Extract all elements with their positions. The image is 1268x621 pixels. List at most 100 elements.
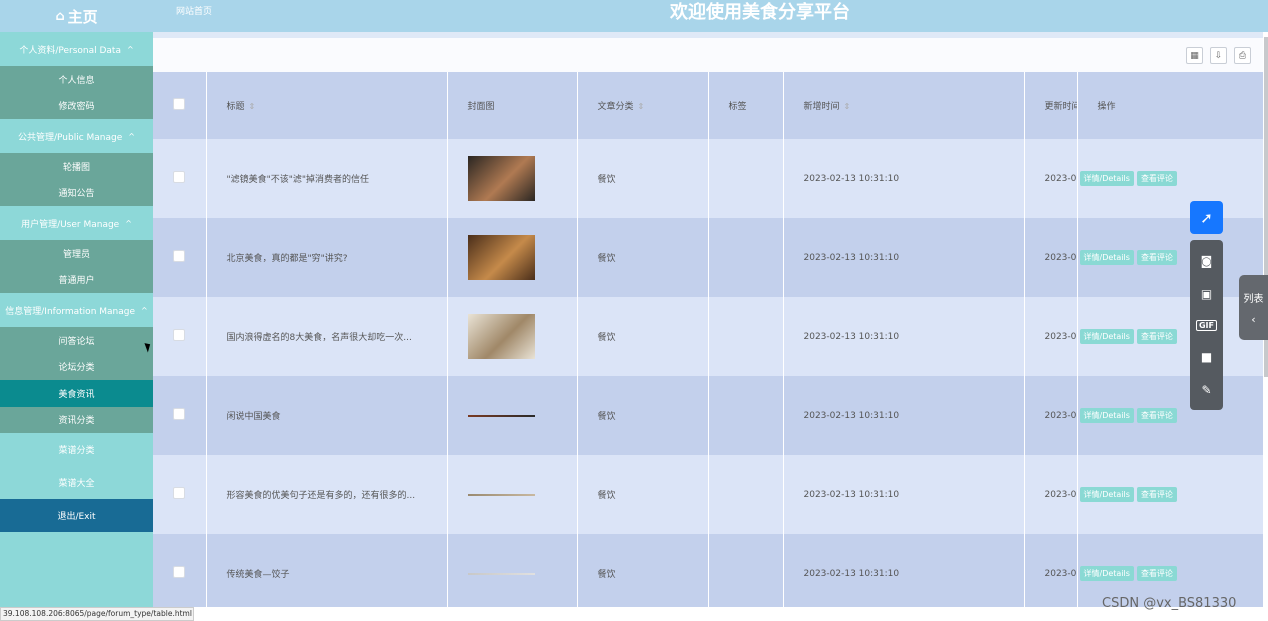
share-icon[interactable]: ➚ [1190,201,1223,234]
print-icon[interactable]: ⎙ [1234,47,1251,64]
bottom-strip [194,616,1268,621]
details-button[interactable]: 详情/Details [1079,408,1134,423]
cover-image [467,493,535,496]
chevron-up-icon: ^ [125,218,132,228]
gif-icon[interactable]: GIF [1195,319,1217,331]
details-button[interactable]: 详情/Details [1079,329,1134,344]
cell-tag [708,455,784,534]
details-button[interactable]: 详情/Details [1079,250,1134,265]
view-comments-button[interactable]: 查看评论 [1136,250,1177,265]
camera-icon[interactable]: ◙ [1201,254,1213,268]
table-row: 闲说中国美食 餐饮 2023-02-13 10:31:10 2023-02 详情… [153,376,1263,455]
cell-title: 形容美食的优美句子还是有多的，还有很多的... [206,455,448,534]
cell-category: 餐饮 [577,534,709,607]
exit-button[interactable]: 退出/Exit [0,499,153,532]
home-icon: ⌂ [55,8,65,24]
view-comments-button[interactable]: 查看评论 [1136,329,1177,344]
data-table: 标题 ⇕ 封面图 文章分类 ⇕ 标签 新增时间 ⇕ 更新时间 操作 "滤镜美食"不该"… [153,72,1263,607]
sidebar-item-notice[interactable]: 通知公告 [0,179,153,206]
cell-created: 2023-02-13 10:31:10 [783,139,1025,218]
sidebar-item-normal-user[interactable]: 普通用户 [0,266,153,293]
cell-tag [708,139,784,218]
column-label: 文章分类 [597,102,634,112]
sidebar-group-personal[interactable]: 个人资料/Personal Data ^ [0,32,153,66]
column-label: 新增时间 [803,102,840,112]
cell-actions: 详情/Details 查看评论 [1077,376,1263,455]
sidebar-item-forum-category[interactable]: 论坛分类 [0,353,153,380]
cell-tag [708,218,784,297]
grid-view-icon[interactable]: ▦ [1186,47,1203,64]
column-header-category[interactable]: 文章分类 ⇕ [577,72,709,139]
video-icon[interactable]: ■ [1201,350,1212,364]
column-label: 标题 [226,102,245,112]
sidebar-group-user[interactable]: 用户管理/User Manage ^ [0,206,153,240]
cell-tag [708,534,784,607]
details-button[interactable]: 详情/Details [1079,487,1134,502]
cell-title: 国内浪得虚名的8大美食，名声很大却吃一次... [206,297,448,376]
sidebar-item-recipes[interactable]: 菜谱大全 [0,466,153,499]
pen-icon[interactable]: ✎ [1201,383,1211,397]
view-comments-button[interactable]: 查看评论 [1136,566,1177,581]
watermark: CSDN @vx_BS81330 [1102,596,1237,611]
row-checkbox[interactable] [173,171,185,183]
cell-created: 2023-02-13 10:31:10 [783,534,1025,607]
sidebar-item-news-category[interactable]: 资讯分类 [0,406,153,433]
view-comments-button[interactable]: 查看评论 [1136,487,1177,502]
sidebar: 个人资料/Personal Data ^ 个人信息 修改密码 公共管理/Publi… [0,32,153,607]
export-icon[interactable]: ⇩ [1210,47,1227,64]
sidebar-item-forum[interactable]: 问答论坛 [0,327,153,354]
cell-actions: 详情/Details 查看评论 [1077,297,1263,376]
details-button[interactable]: 详情/Details [1079,171,1134,186]
cell-title: "滤镜美食"不该"滤"掉消费者的信任 [206,139,448,218]
cell-tag [708,376,784,455]
column-header-cover: 封面图 [447,72,578,139]
sidebar-group-information[interactable]: 信息管理/Information Manage ^ [0,293,153,327]
cell-updated: 2023-02 [1024,534,1078,607]
column-header-created[interactable]: 新增时间 ⇕ [783,72,1025,139]
cell-created: 2023-02-13 10:31:10 [783,297,1025,376]
sidebar-item-admin[interactable]: 管理员 [0,240,153,267]
sort-icon: ⇕ [843,102,851,111]
image-icon[interactable]: ▣ [1201,287,1212,301]
site-home-link[interactable]: 网站首页 [176,0,212,32]
sidebar-item-personal-info[interactable]: 个人信息 [0,66,153,93]
cell-updated: 2023-02 [1024,297,1078,376]
sidebar-group-label: 信息管理/Information Manage [5,306,136,317]
sidebar-group-public[interactable]: 公共管理/Public Manage ^ [0,119,153,153]
details-button[interactable]: 详情/Details [1079,566,1134,581]
home-link[interactable]: ⌂ 主页 [0,0,153,32]
cell-tag [708,297,784,376]
side-list-tab[interactable]: 列表 ‹ [1239,275,1268,340]
table-row: 形容美食的优美句子还是有多的，还有很多的... 餐饮 2023-02-13 10… [153,455,1263,534]
table-row: 北京美食，真的都是"穷"讲究? 餐饮 2023-02-13 10:31:10 2… [153,218,1263,297]
cell-updated: 2023-02 [1024,455,1078,534]
main-content: ▦ ⇩ ⎙ 标题 ⇕ 封面图 文章分类 ⇕ 标签 新增时间 ⇕ 更新时间 操作 "滤镜… [153,32,1263,607]
row-checkbox[interactable] [173,250,185,262]
cell-title: 闲说中国美食 [206,376,448,455]
sidebar-item-recipe-category[interactable]: 菜谱分类 [0,433,153,466]
sidebar-item-change-password[interactable]: 修改密码 [0,92,153,119]
sidebar-group-label: 公共管理/Public Manage [18,132,123,143]
home-label: 主页 [67,7,98,26]
column-header-updated[interactable]: 更新时间 [1024,72,1078,139]
chevron-up-icon: ^ [141,305,148,315]
view-comments-button[interactable]: 查看评论 [1136,408,1177,423]
sidebar-item-carousel[interactable]: 轮播图 [0,153,153,180]
cell-updated: 2023-02 [1024,376,1078,455]
table-row: 传统美食—饺子 餐饮 2023-02-13 10:31:10 2023-02 详… [153,534,1263,607]
row-checkbox[interactable] [173,487,185,499]
view-comments-button[interactable]: 查看评论 [1136,171,1177,186]
row-checkbox[interactable] [173,408,185,420]
cell-actions: 详情/Details 查看评论 [1077,218,1263,297]
table-toolbar: ▦ ⇩ ⎙ [153,32,1263,72]
column-header-title[interactable]: 标题 ⇕ [206,72,448,139]
sidebar-item-food-news[interactable]: 美食资讯 [0,380,153,407]
select-all-checkbox[interactable] [173,98,185,110]
cell-category: 餐饮 [577,218,709,297]
row-checkbox[interactable] [173,329,185,341]
page-title: 欢迎使用美食分享平台 [670,2,850,23]
cell-updated: 2023-02 [1024,139,1078,218]
cell-category: 餐饮 [577,297,709,376]
row-checkbox[interactable] [173,566,185,578]
cell-category: 餐饮 [577,455,709,534]
